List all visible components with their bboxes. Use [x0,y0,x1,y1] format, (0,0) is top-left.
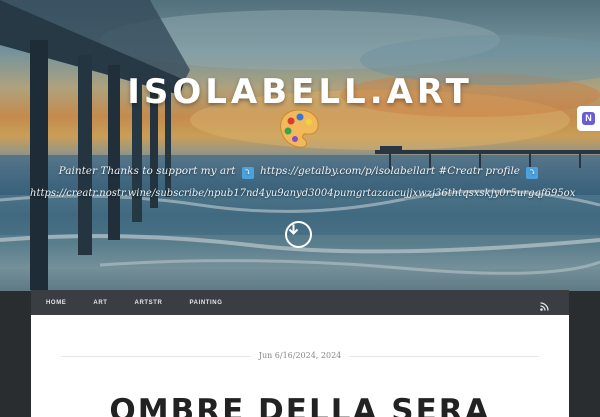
post-title[interactable]: OMBRE DELLA SERA [31,393,569,417]
hero-banner: ISOLABELL.ART Painter Thanks to support … [0,0,600,291]
post-meta: Jun 6/16/2024, 2024 [61,351,539,361]
arrow-down-emoji-icon: ⤵ [526,167,539,179]
main-nav: Home ART ARTSTR PAINTING [31,290,569,315]
nav-item-artstr[interactable]: ARTSTR [135,300,163,306]
nav-item-home[interactable]: Home [46,300,66,306]
rss-icon[interactable] [540,298,549,316]
tagline-hashtag[interactable]: #Creatr profile [438,165,520,177]
site-tagline: Painter Thanks to support my art ⤵ https… [40,165,560,179]
nav-item-painting[interactable]: PAINTING [189,300,222,306]
tagline-text: Painter Thanks to support my art [58,165,236,177]
nostr-icon: N [582,112,595,125]
site-title[interactable]: ISOLABELL.ART [0,72,600,112]
scroll-down-button[interactable] [285,221,312,248]
nostr-badge-button[interactable]: N [577,106,600,131]
post-card: Jun 6/16/2024, 2024 OMBRE DELLA SERA [31,315,569,417]
arrow-down-emoji-icon: ⤵ [241,167,254,179]
tagline-url[interactable]: https://creatr.nostr.wine/subscribe/npub… [30,188,575,199]
nav-item-art[interactable]: ART [93,300,107,306]
arrow-down-icon [288,224,299,235]
post-date: Jun 6/16/2024, 2024 [258,351,342,360]
tagline-link[interactable]: https://getalby.com/p/isolabellart [260,165,435,177]
